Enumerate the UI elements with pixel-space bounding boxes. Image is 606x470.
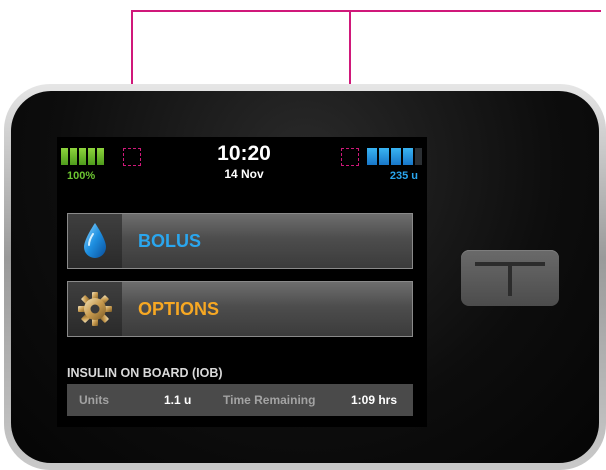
- battery-indicator: [61, 148, 104, 165]
- status-icon-placeholder-left: [123, 148, 141, 166]
- options-icon-area: [68, 282, 122, 336]
- insulin-reservoir-indicator: [367, 148, 422, 165]
- bolus-button[interactable]: BOLUS: [67, 213, 413, 269]
- reservoir-segment-empty: [415, 148, 422, 165]
- gear-icon: [78, 292, 112, 326]
- options-label: OPTIONS: [138, 299, 220, 319]
- battery-segment: [61, 148, 68, 165]
- reservoir-segment: [403, 148, 413, 165]
- insulin-units-remaining: 235 u: [389, 170, 418, 182]
- reservoir-segment: [367, 148, 377, 165]
- home-button[interactable]: [461, 250, 559, 306]
- current-time: 10:20: [217, 142, 271, 165]
- bolus-icon-area: [68, 214, 122, 268]
- iob-time-remaining-value: 1:09 hrs: [351, 393, 398, 407]
- water-drop-icon: [84, 223, 106, 258]
- callout-line-top: [131, 10, 601, 12]
- options-button[interactable]: OPTIONS: [67, 281, 413, 337]
- iob-title: INSULIN ON BOARD (IOB): [67, 366, 223, 380]
- iob-units-label: Units: [79, 393, 109, 407]
- battery-segment: [79, 148, 86, 165]
- iob-time-remaining-label: Time Remaining: [223, 393, 316, 407]
- battery-segment: [70, 148, 77, 165]
- current-date: 14 Nov: [224, 167, 264, 181]
- battery-percent: 100%: [67, 170, 96, 182]
- status-icon-placeholder-right: [341, 148, 359, 166]
- reservoir-segment: [391, 148, 401, 165]
- battery-segment: [88, 148, 95, 165]
- t-logo-stem: [508, 262, 512, 296]
- battery-segment: [97, 148, 104, 165]
- iob-panel[interactable]: Units 1.1 u Time Remaining 1:09 hrs: [67, 384, 413, 416]
- reservoir-segment: [379, 148, 389, 165]
- iob-units-value: 1.1 u: [164, 393, 192, 407]
- bolus-label: BOLUS: [138, 231, 201, 251]
